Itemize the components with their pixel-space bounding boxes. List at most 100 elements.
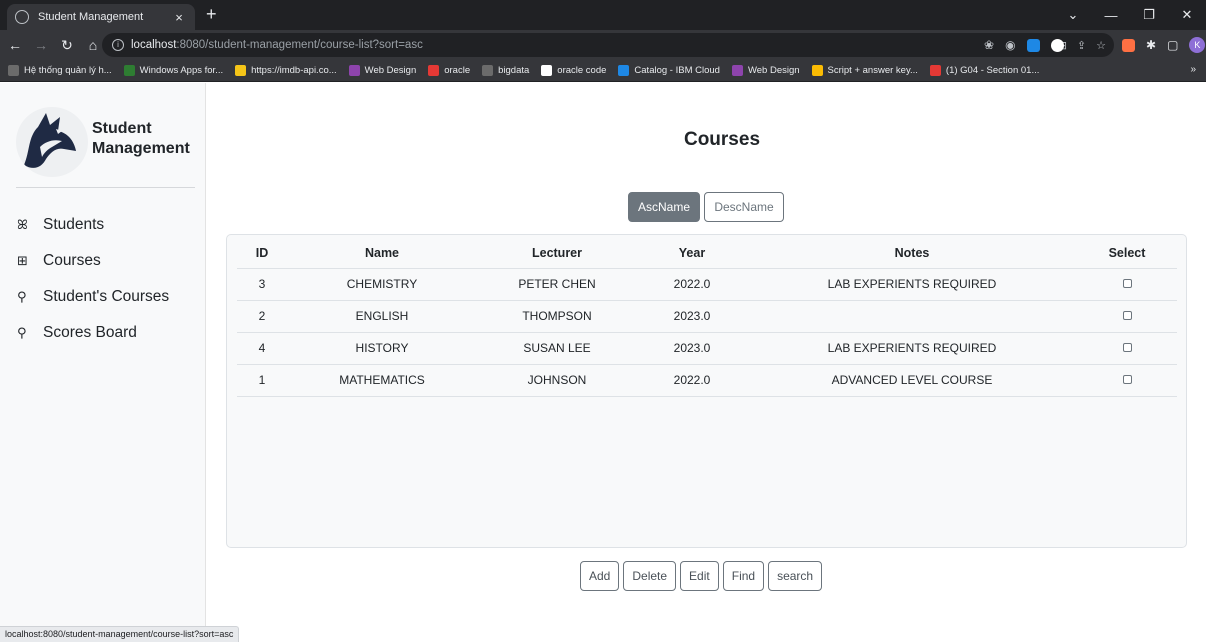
cell-name: CHEMISTRY [287, 268, 477, 301]
address-bar-actions: ⊞ ⇪ ☆ [1058, 33, 1106, 57]
sidebar-item-students[interactable]: ꕤ Students [17, 207, 169, 243]
sidebar-item-label: Courses [43, 252, 101, 269]
bookmark-item[interactable]: oracle [428, 65, 470, 76]
share-icon[interactable]: ⇪ [1077, 39, 1086, 52]
courses-table-card: ID Name Lecturer Year Notes Select 3 CHE… [226, 234, 1187, 548]
sidebar-divider [16, 187, 195, 188]
globe-icon [15, 10, 29, 24]
sidebar-item-student-courses[interactable]: ⚲ Student's Courses [17, 279, 169, 315]
bookmark-label: Script + answer key... [827, 65, 918, 76]
edit-button[interactable]: Edit [680, 561, 719, 591]
select-checkbox[interactable] [1122, 279, 1132, 288]
bookmark-item[interactable]: Script + answer key... [811, 65, 918, 76]
table-row[interactable]: 4 HISTORY SUSAN LEE 2023.0 LAB EXPERIENT… [237, 332, 1177, 365]
bookmark-favicon-icon [541, 65, 553, 76]
bookmark-label: Web Design [364, 65, 417, 76]
sort-button-group: AscName DescName [628, 192, 784, 222]
back-icon[interactable]: ← [4, 37, 26, 53]
extensions-area-left: ❀ ◉ [984, 34, 1064, 56]
browser-tab-strip: Student Management × + ⌄ — ❐ ✕ [0, 0, 1206, 30]
bookmark-favicon-icon [929, 65, 941, 76]
bookmark-favicon-icon [482, 65, 494, 76]
table-row[interactable]: 2 ENGLISH THOMPSON 2023.0 [237, 300, 1177, 333]
cell-year: 2023.0 [637, 300, 747, 333]
restore-button[interactable]: ❐ [1130, 7, 1168, 23]
reload-icon[interactable]: ↻ [56, 37, 78, 54]
extension-icon[interactable] [1050, 38, 1064, 52]
side-panel-icon[interactable]: ▢ [1167, 38, 1178, 52]
bookmark-item[interactable]: Web Design [731, 65, 800, 76]
cell-lecturer: PETER CHEN [477, 268, 637, 301]
bookmark-star-icon[interactable]: ☆ [1096, 39, 1106, 52]
select-checkbox[interactable] [1122, 343, 1132, 352]
cell-notes: ADVANCED LEVEL COURSE [747, 364, 1077, 397]
address-bar[interactable]: i localhost:8080/student-management/cour… [102, 33, 1114, 57]
table-header-row: ID Name Lecturer Year Notes Select [237, 239, 1177, 269]
delete-button[interactable]: Delete [623, 561, 677, 591]
status-bar-url: localhost:8080/student-management/course… [0, 626, 240, 642]
sidebar: Student Management ꕤ Students ⊞ Courses … [0, 83, 206, 642]
bookmark-item[interactable]: Catalog - IBM Cloud [618, 65, 720, 76]
tab-close-button[interactable]: × [171, 10, 187, 25]
bookmark-favicon-icon [235, 65, 247, 76]
new-tab-button[interactable]: + [206, 4, 217, 24]
cell-select [1077, 268, 1177, 301]
bookmark-label: Web Design [747, 65, 800, 76]
bookmark-label: bigdata [498, 65, 530, 76]
bookmark-favicon-icon [428, 65, 440, 76]
cell-select [1077, 332, 1177, 365]
bookmark-item[interactable]: Windows Apps for... [123, 65, 224, 76]
home-icon[interactable]: ⌂ [82, 37, 104, 53]
bookmark-label: https://imdb-api.co... [251, 65, 337, 76]
cell-id: 2 [237, 300, 287, 333]
column-header: Lecturer [477, 239, 637, 269]
bookmark-label: Windows Apps for... [139, 65, 224, 76]
table-row[interactable]: 1 MATHEMATICS JOHNSON 2022.0 ADVANCED LE… [237, 364, 1177, 397]
grid-icon: ⊞ [17, 253, 28, 268]
profile-avatar[interactable]: K [1189, 37, 1206, 53]
url-host: localhost [131, 39, 177, 51]
extension-icon[interactable]: ❀ [984, 38, 994, 52]
people-icon: ꕤ [17, 217, 28, 232]
bookmark-item[interactable]: Hệ thống quản lý h... [8, 65, 112, 76]
bookmark-item[interactable]: https://imdb-api.co... [235, 65, 337, 76]
sidebar-item-scores-board[interactable]: ⚲ Scores Board [17, 315, 169, 351]
table-row[interactable]: 3 CHEMISTRY PETER CHEN 2022.0 LAB EXPERI… [237, 268, 1177, 301]
sidebar-item-courses[interactable]: ⊞ Courses [17, 243, 169, 279]
select-checkbox[interactable] [1122, 375, 1132, 384]
extension-icon[interactable]: ◉ [1005, 38, 1015, 52]
bookmark-favicon-icon [348, 65, 360, 76]
extension-icon[interactable] [1122, 38, 1135, 52]
select-checkbox[interactable] [1122, 311, 1132, 320]
forward-icon[interactable]: → [30, 37, 52, 53]
add-button[interactable]: Add [580, 561, 620, 591]
search-button[interactable]: search [768, 561, 823, 591]
cell-lecturer: THOMPSON [477, 300, 637, 333]
bookmark-item[interactable]: oracle code [541, 65, 606, 76]
bookmark-item[interactable]: (1) G04 - Section 01... [929, 65, 1039, 76]
cell-year: 2022.0 [637, 268, 747, 301]
cell-name: MATHEMATICS [287, 364, 477, 397]
bookmarks-overflow-button[interactable]: » [1190, 64, 1196, 75]
site-info-icon[interactable]: i [112, 39, 124, 51]
bookmark-favicon-icon [811, 65, 823, 76]
tab-search-icon[interactable]: ⌄ [1054, 7, 1092, 23]
cell-select [1077, 364, 1177, 397]
bookmark-favicon-icon [123, 65, 135, 76]
brand-line-2: Management [92, 140, 190, 157]
column-header: ID [237, 239, 287, 269]
bookmark-item[interactable]: Web Design [348, 65, 417, 76]
find-button[interactable]: Find [722, 561, 765, 591]
window-controls: ⌄ — ❐ ✕ [1054, 0, 1206, 30]
extension-icon[interactable] [1026, 38, 1040, 52]
minimize-button[interactable]: — [1092, 8, 1130, 23]
close-window-button[interactable]: ✕ [1168, 7, 1206, 23]
url-path: :8080/student-management/course-list?sor… [176, 39, 423, 51]
browser-tab[interactable]: Student Management × [7, 4, 195, 30]
bookmark-item[interactable]: bigdata [482, 65, 529, 76]
sort-asc-button[interactable]: AscName [628, 192, 700, 222]
extensions-puzzle-icon[interactable]: ✱ [1146, 38, 1156, 52]
sort-desc-button[interactable]: DescName [704, 192, 784, 222]
sidebar-item-label: Scores Board [43, 324, 137, 341]
column-header: Year [637, 239, 747, 269]
